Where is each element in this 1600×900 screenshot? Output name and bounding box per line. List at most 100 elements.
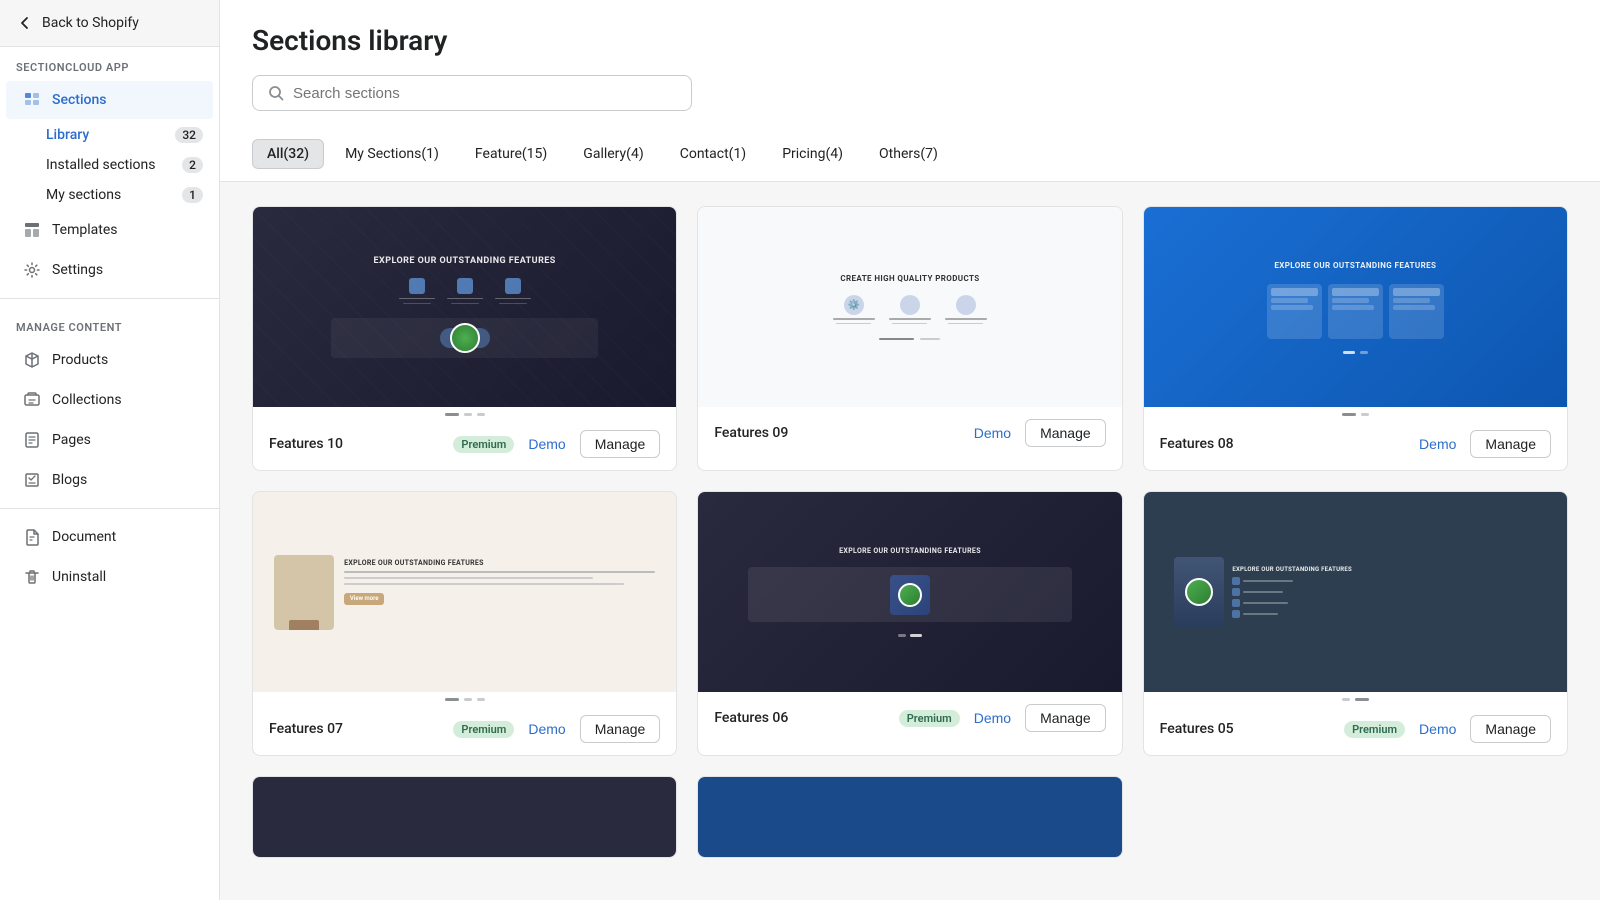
- divider-1: [0, 298, 219, 299]
- sidebar-item-collections[interactable]: Collections: [6, 381, 213, 419]
- card-name-features06: Features 06: [714, 710, 890, 726]
- card-footer-features09: Features 09 Demo Manage: [698, 407, 1121, 459]
- manage-content-label: MANAGE CONTENT: [0, 307, 219, 340]
- products-label: Products: [52, 352, 108, 368]
- filter-tab-others[interactable]: Others(7): [864, 139, 953, 169]
- sidebar-item-document[interactable]: Document: [6, 518, 213, 556]
- card-image-features05: EXPLORE OUR OUTSTANDING FEATURES: [1144, 492, 1567, 692]
- card-image-features06: EXPLORE OUR OUTSTANDING FEATURES: [698, 492, 1121, 692]
- premium-badge-features05: Premium: [1344, 721, 1405, 738]
- content-area: EXPLORE OUR OUTSTANDING FEATURES: [220, 182, 1600, 900]
- installed-label: Installed sections: [46, 157, 155, 173]
- search-bar[interactable]: [252, 75, 692, 111]
- manage-button-features05[interactable]: Manage: [1470, 715, 1551, 743]
- demo-button-features10[interactable]: Demo: [522, 432, 571, 456]
- card-features05: EXPLORE OUR OUTSTANDING FEATURES: [1143, 491, 1568, 756]
- card-features04: [252, 776, 677, 858]
- card-name-features05: Features 05: [1160, 721, 1336, 737]
- card-image-features07: EXPLORE OUR OUTSTANDING FEATURES View mo…: [253, 492, 676, 692]
- pages-label: Pages: [52, 432, 91, 448]
- my-sections-label: My sections: [46, 187, 121, 203]
- collections-label: Collections: [52, 392, 122, 408]
- manage-button-features06[interactable]: Manage: [1025, 704, 1106, 732]
- sidebar-subitem-installed[interactable]: Installed sections 2: [0, 150, 219, 180]
- pages-icon: [22, 430, 42, 450]
- blogs-label: Blogs: [52, 472, 87, 488]
- card-features10: EXPLORE OUR OUTSTANDING FEATURES: [252, 206, 677, 471]
- card-features07: EXPLORE OUR OUTSTANDING FEATURES View mo…: [252, 491, 677, 756]
- app-label: SECTIONCLOUD APP: [0, 47, 219, 80]
- filter-tabs: All(32) My Sections(1) Feature(15) Galle…: [220, 127, 1600, 182]
- card-image-features03a: [698, 777, 1121, 857]
- demo-button-features08[interactable]: Demo: [1413, 432, 1462, 456]
- sidebar-subitem-my-sections[interactable]: My sections 1: [0, 180, 219, 210]
- sidebar-item-uninstall[interactable]: Uninstall: [6, 558, 213, 596]
- demo-button-features06[interactable]: Demo: [968, 706, 1017, 730]
- pagination-features10: [253, 407, 676, 418]
- uninstall-icon: [22, 567, 42, 587]
- pagination-features05: [1144, 692, 1567, 703]
- products-icon: [22, 350, 42, 370]
- filter-tab-my-sections[interactable]: My Sections(1): [330, 139, 454, 169]
- manage-button-features10[interactable]: Manage: [580, 430, 661, 458]
- card-image-features08: EXPLORE OUR OUTSTANDING FEATURES: [1144, 207, 1567, 407]
- card-footer-features07: Features 07 Premium Demo Manage: [253, 703, 676, 755]
- premium-badge-features06: Premium: [899, 710, 960, 727]
- pagination-features07: [253, 692, 676, 703]
- collections-icon: [22, 390, 42, 410]
- card-footer-features10: Features 10 Premium Demo Manage: [253, 418, 676, 470]
- sidebar-item-settings[interactable]: Settings: [6, 251, 213, 289]
- premium-badge-features07: Premium: [453, 721, 514, 738]
- manage-button-features09[interactable]: Manage: [1025, 419, 1106, 447]
- document-label: Document: [52, 529, 116, 545]
- premium-badge-features10: Premium: [453, 436, 514, 453]
- card-footer-features05: Features 05 Premium Demo Manage: [1144, 703, 1567, 755]
- card-name-features07: Features 07: [269, 721, 445, 737]
- sidebar-item-products[interactable]: Products: [6, 341, 213, 379]
- back-label: Back to Shopify: [42, 15, 139, 31]
- demo-button-features09[interactable]: Demo: [968, 421, 1017, 445]
- blogs-icon: [22, 470, 42, 490]
- sidebar-item-pages[interactable]: Pages: [6, 421, 213, 459]
- sections-label: Sections: [52, 92, 106, 108]
- card-image-features10: EXPLORE OUR OUTSTANDING FEATURES: [253, 207, 676, 407]
- sidebar-item-sections[interactable]: Sections: [6, 81, 213, 119]
- back-arrow-icon: [16, 14, 34, 32]
- card-placeholder: [1143, 776, 1568, 858]
- sections-grid: EXPLORE OUR OUTSTANDING FEATURES: [252, 206, 1568, 756]
- sidebar: Back to Shopify SECTIONCLOUD APP Section…: [0, 0, 220, 900]
- sidebar-subitem-library[interactable]: Library 32: [0, 120, 219, 150]
- filter-tab-all[interactable]: All(32): [252, 139, 324, 169]
- card-footer-features08: Features 08 Demo Manage: [1144, 418, 1567, 470]
- installed-badge: 2: [182, 157, 203, 173]
- manage-button-features07[interactable]: Manage: [580, 715, 661, 743]
- search-input[interactable]: [293, 85, 677, 102]
- sidebar-item-blogs[interactable]: Blogs: [6, 461, 213, 499]
- sidebar-item-templates[interactable]: Templates: [6, 211, 213, 249]
- card-image-features09: CREATE HIGH QUALITY PRODUCTS ⚙️: [698, 207, 1121, 407]
- manage-button-features08[interactable]: Manage: [1470, 430, 1551, 458]
- filter-tab-feature[interactable]: Feature(15): [460, 139, 562, 169]
- filter-tab-contact[interactable]: Contact(1): [665, 139, 761, 169]
- main-content: Sections library All(32) My Sections(1) …: [220, 0, 1600, 900]
- sections-icon: [22, 90, 42, 110]
- card-features08: EXPLORE OUR OUTSTANDING FEATURES: [1143, 206, 1568, 471]
- card-name-features09: Features 09: [714, 425, 959, 441]
- library-label: Library: [46, 127, 89, 143]
- card-features09: CREATE HIGH QUALITY PRODUCTS ⚙️: [697, 206, 1122, 471]
- demo-button-features05[interactable]: Demo: [1413, 717, 1462, 741]
- filter-tab-gallery[interactable]: Gallery(4): [568, 139, 658, 169]
- demo-button-features07[interactable]: Demo: [522, 717, 571, 741]
- back-to-shopify[interactable]: Back to Shopify: [0, 0, 219, 47]
- templates-label: Templates: [52, 222, 118, 238]
- page-title: Sections library: [252, 24, 1568, 57]
- card-name-features10: Features 10: [269, 436, 445, 452]
- uninstall-label: Uninstall: [52, 569, 106, 585]
- filter-tab-pricing[interactable]: Pricing(4): [767, 139, 858, 169]
- card-image-features04: [253, 777, 676, 857]
- card-features06: EXPLORE OUR OUTSTANDING FEATURES: [697, 491, 1122, 756]
- library-badge: 32: [175, 127, 203, 143]
- templates-icon: [22, 220, 42, 240]
- divider-2: [0, 508, 219, 509]
- settings-icon: [22, 260, 42, 280]
